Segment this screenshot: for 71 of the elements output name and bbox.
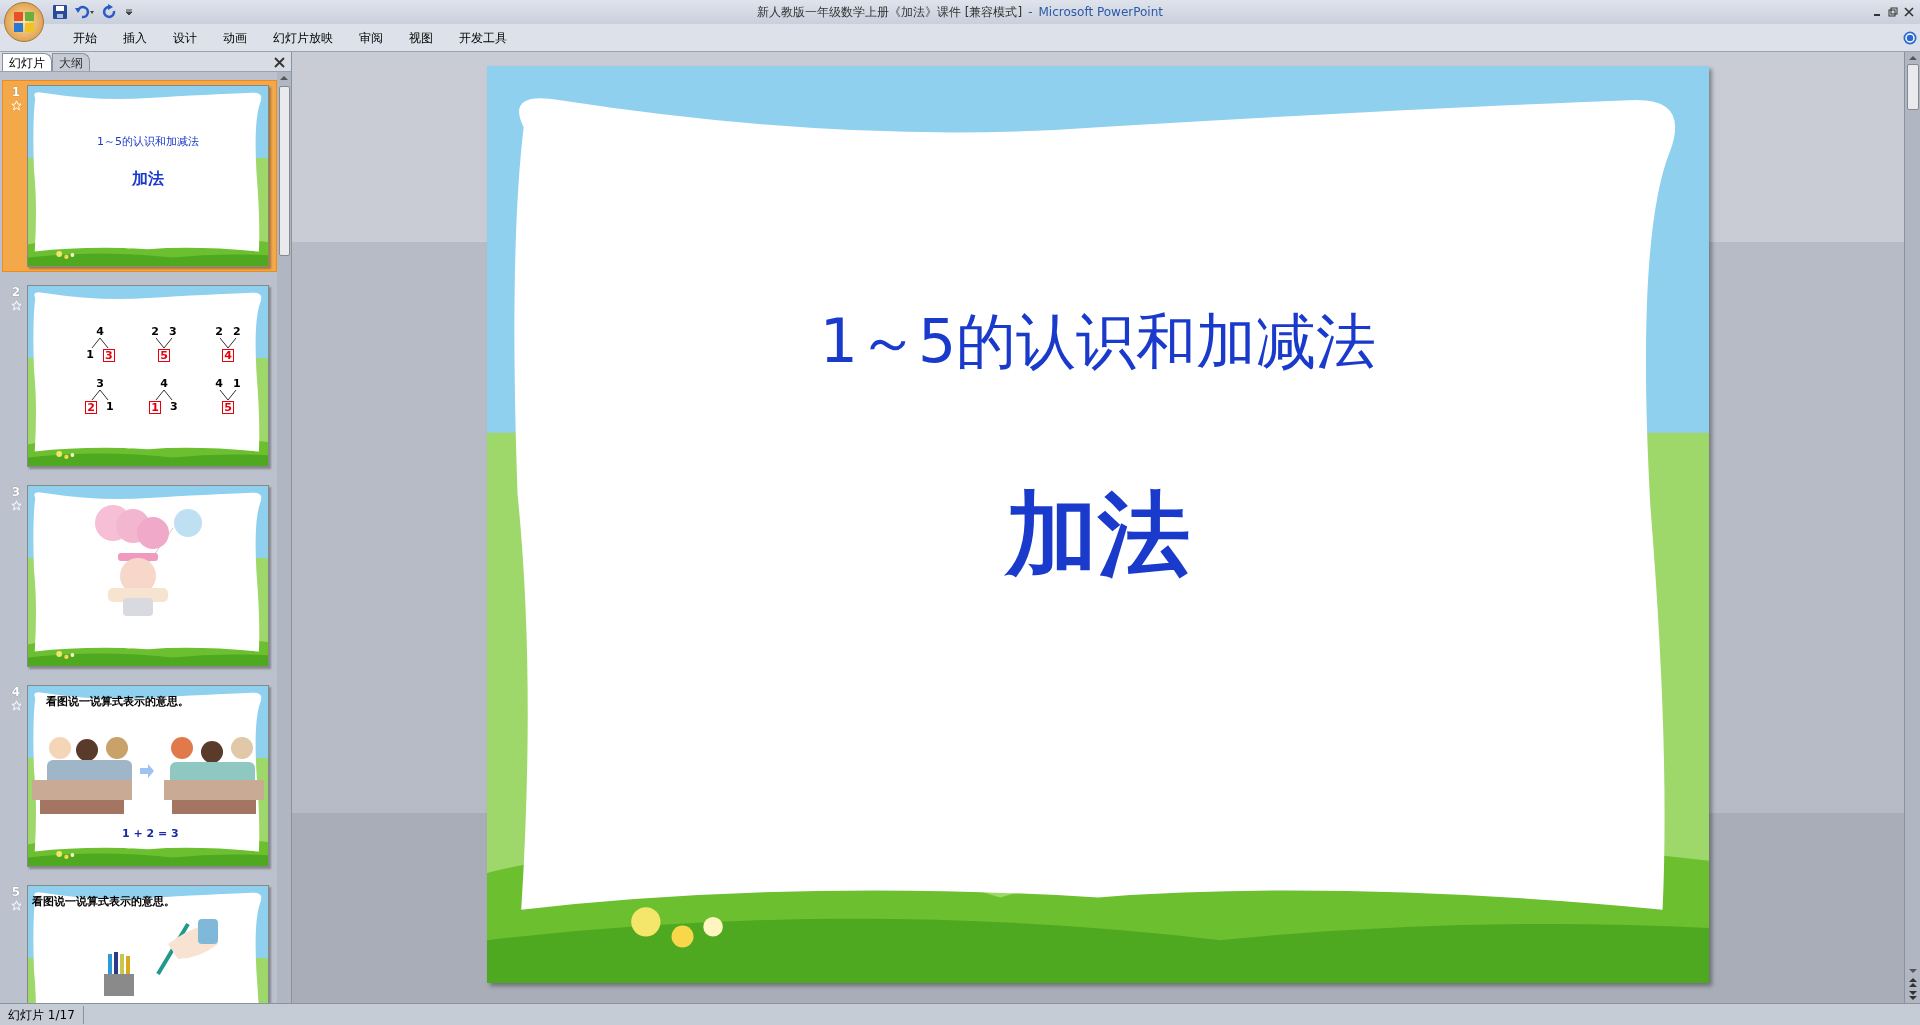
help-icon[interactable] (1903, 30, 1917, 45)
panel-tab[interactable]: 大纲 (52, 53, 90, 71)
close-icon[interactable] (1904, 7, 1914, 17)
split-lines (89, 389, 111, 401)
ribbon-tab[interactable]: 开始 (60, 23, 110, 52)
star-icon (10, 500, 22, 511)
previous-slide-icon[interactable] (1907, 977, 1918, 989)
save-icon[interactable] (52, 4, 68, 20)
number: 2 (214, 326, 224, 337)
ribbon-tab[interactable]: 视图 (396, 23, 446, 52)
number: 2 (232, 326, 242, 337)
status-text: 幻灯片 1/17 (0, 1005, 84, 1024)
answer-number: 3 (103, 349, 115, 362)
scrollbar[interactable] (277, 72, 291, 1003)
number: 4 (95, 326, 105, 337)
slide-title: 1～5的认识和加减法 (819, 305, 1377, 378)
answer-number: 1 (149, 401, 161, 414)
window-title: 新人教版一年级数学上册《加法》课件 [兼容模式] (757, 4, 1023, 21)
slide-caption: 看图说一说算式表示的意思。 (32, 894, 175, 910)
number: 1 (232, 378, 242, 389)
ribbon-tab[interactable]: 开发工具 (446, 23, 520, 52)
number: 2 (150, 326, 160, 337)
slide-subtitle: 加法 (132, 167, 164, 190)
number: 3 (168, 326, 178, 337)
number: 3 (95, 378, 105, 389)
slide-title: 1～5的认识和加减法 (97, 134, 199, 150)
number: 1 (85, 349, 95, 362)
slide-subtitle: 加法 (1006, 480, 1190, 590)
number: 1 (105, 401, 115, 414)
ribbon-tab[interactable]: 幻灯片放映 (260, 23, 346, 52)
customize-caret-icon[interactable] (124, 7, 134, 17)
slide-equation: 1 + 2 = 3 (122, 826, 179, 842)
star-icon (10, 100, 22, 111)
join-lines (217, 389, 239, 401)
slide-number: 5 (11, 885, 21, 900)
join-lines (217, 337, 239, 349)
redo-icon[interactable] (102, 4, 118, 20)
scroll-thumb[interactable] (1906, 64, 1919, 110)
scrollbar[interactable] (1904, 52, 1920, 1003)
star-icon (10, 300, 22, 311)
slide-number: 1 (11, 85, 21, 100)
ribbon-tab[interactable]: 设计 (160, 23, 210, 52)
app-name: Microsoft PowerPoint (1038, 4, 1163, 21)
next-slide-icon[interactable] (1907, 989, 1918, 1001)
slide-number: 3 (11, 485, 21, 500)
answer-number: 5 (222, 401, 234, 414)
slide-number: 4 (11, 685, 21, 700)
title-separator: - (1028, 4, 1033, 21)
scroll-thumb[interactable] (278, 86, 290, 256)
ribbon-tab[interactable]: 动画 (210, 23, 260, 52)
number: 3 (169, 401, 179, 414)
ribbon-tab[interactable]: 插入 (110, 23, 160, 52)
number: 4 (214, 378, 224, 389)
undo-icon[interactable] (74, 4, 96, 20)
star-icon (10, 700, 22, 711)
office-logo-icon (13, 11, 35, 33)
split-lines (153, 389, 175, 401)
close-icon[interactable] (274, 57, 285, 68)
slide-number: 2 (11, 285, 21, 300)
ribbon-tab[interactable]: 审阅 (346, 23, 396, 52)
number: 4 (159, 378, 169, 389)
slide-thumbnail[interactable]: 1 1～5的认识和加减法 加法 (2, 80, 277, 272)
answer-number: 4 (222, 349, 234, 362)
answer-number: 2 (85, 401, 97, 414)
answer-number: 5 (158, 349, 170, 362)
split-lines (89, 337, 111, 349)
slide-caption: 看图说一说算式表示的意思。 (46, 694, 189, 710)
star-icon (10, 900, 22, 911)
join-lines (153, 337, 175, 349)
panel-tab[interactable]: 幻灯片 (2, 53, 52, 71)
restore-icon[interactable] (1888, 7, 1898, 17)
